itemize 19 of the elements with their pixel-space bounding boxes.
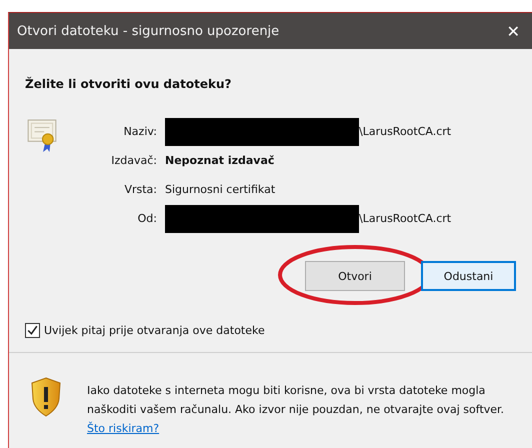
- field-label: Vrsta:: [123, 182, 157, 198]
- warning-text: Iako datoteke s interneta mogu biti korisne, ova bi vrsta datoteke mogla naškoditi vašem računalu. Ako izvor nije pouzdan, ne otvarajte ovaj softver. Što riskiram?: [87, 383, 506, 437]
- close-button[interactable]: ✕: [494, 22, 532, 40]
- field-value: \LarusRootCA.crt: [359, 125, 452, 138]
- field-value: \LarusRootCA.crt: [359, 212, 452, 225]
- dialog-question: Želite li otvoriti ovu datoteku?: [25, 77, 232, 91]
- checkbox-label: Uvijek pitaj prije otvaranja ove datoteke: [44, 324, 265, 337]
- field-value: Nepoznat izdavač: [165, 154, 274, 167]
- window-title: Otvori datoteku - sigurnosno upozorenje: [17, 24, 280, 38]
- field-label: Izdavač:: [110, 153, 157, 169]
- dialog-button[interactable]: Odustani: [421, 261, 516, 291]
- checkbox[interactable]: [25, 323, 40, 338]
- field-label: Naziv:: [122, 124, 157, 140]
- field-value: Sigurnosni certifikat: [165, 183, 276, 196]
- help-link[interactable]: Što riskiram?: [87, 422, 160, 435]
- dialog-button[interactable]: Otvori: [305, 261, 405, 291]
- warning-shield-icon: [31, 377, 61, 417]
- certificate-icon: [27, 119, 57, 153]
- field-label: Od:: [136, 211, 157, 227]
